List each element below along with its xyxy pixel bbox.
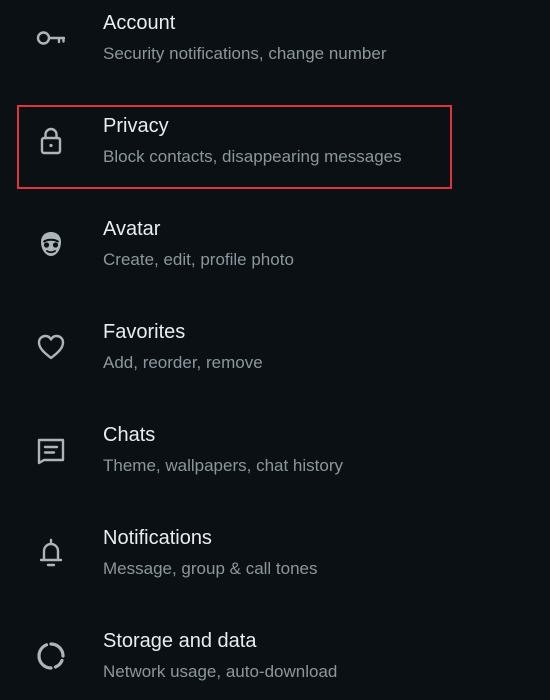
- settings-item-title: Chats: [103, 424, 156, 446]
- lock-icon: [34, 124, 68, 158]
- settings-item-storage[interactable]: Storage and data Network usage, auto-dow…: [0, 618, 550, 700]
- settings-item-avatar[interactable]: Avatar Create, edit, profile photo: [0, 206, 550, 309]
- settings-item-account[interactable]: Account Security notifications, change n…: [0, 0, 550, 103]
- settings-item-subtitle: Block contacts, disappearing messages: [103, 147, 402, 166]
- heart-icon: [34, 330, 68, 364]
- settings-item-subtitle: Add, reorder, remove: [103, 353, 263, 372]
- settings-item-title: Notifications: [103, 527, 212, 549]
- settings-item-subtitle: Message, group & call tones: [103, 559, 318, 578]
- storage-ring-icon: [34, 639, 68, 673]
- settings-item-subtitle: Theme, wallpapers, chat history: [103, 456, 343, 475]
- settings-item-title: Account: [103, 12, 176, 34]
- key-icon: [34, 21, 68, 55]
- settings-item-subtitle: Create, edit, profile photo: [103, 250, 294, 269]
- settings-item-chats[interactable]: Chats Theme, wallpapers, chat history: [0, 412, 550, 515]
- settings-item-subtitle: Network usage, auto-download: [103, 662, 338, 681]
- bell-icon: [34, 536, 68, 570]
- settings-item-subtitle: Security notifications, change number: [103, 44, 387, 63]
- chat-icon: [34, 433, 68, 467]
- settings-item-privacy[interactable]: Privacy Block contacts, disappearing mes…: [0, 103, 550, 206]
- settings-list: Account Security notifications, change n…: [0, 0, 550, 700]
- settings-item-notifications[interactable]: Notifications Message, group & call tone…: [0, 515, 550, 618]
- settings-item-title: Storage and data: [103, 630, 257, 652]
- settings-item-title: Privacy: [103, 115, 169, 137]
- settings-item-favorites[interactable]: Favorites Add, reorder, remove: [0, 309, 550, 412]
- avatar-face-icon: [34, 227, 68, 261]
- settings-item-title: Avatar: [103, 218, 161, 240]
- settings-item-title: Favorites: [103, 321, 186, 343]
